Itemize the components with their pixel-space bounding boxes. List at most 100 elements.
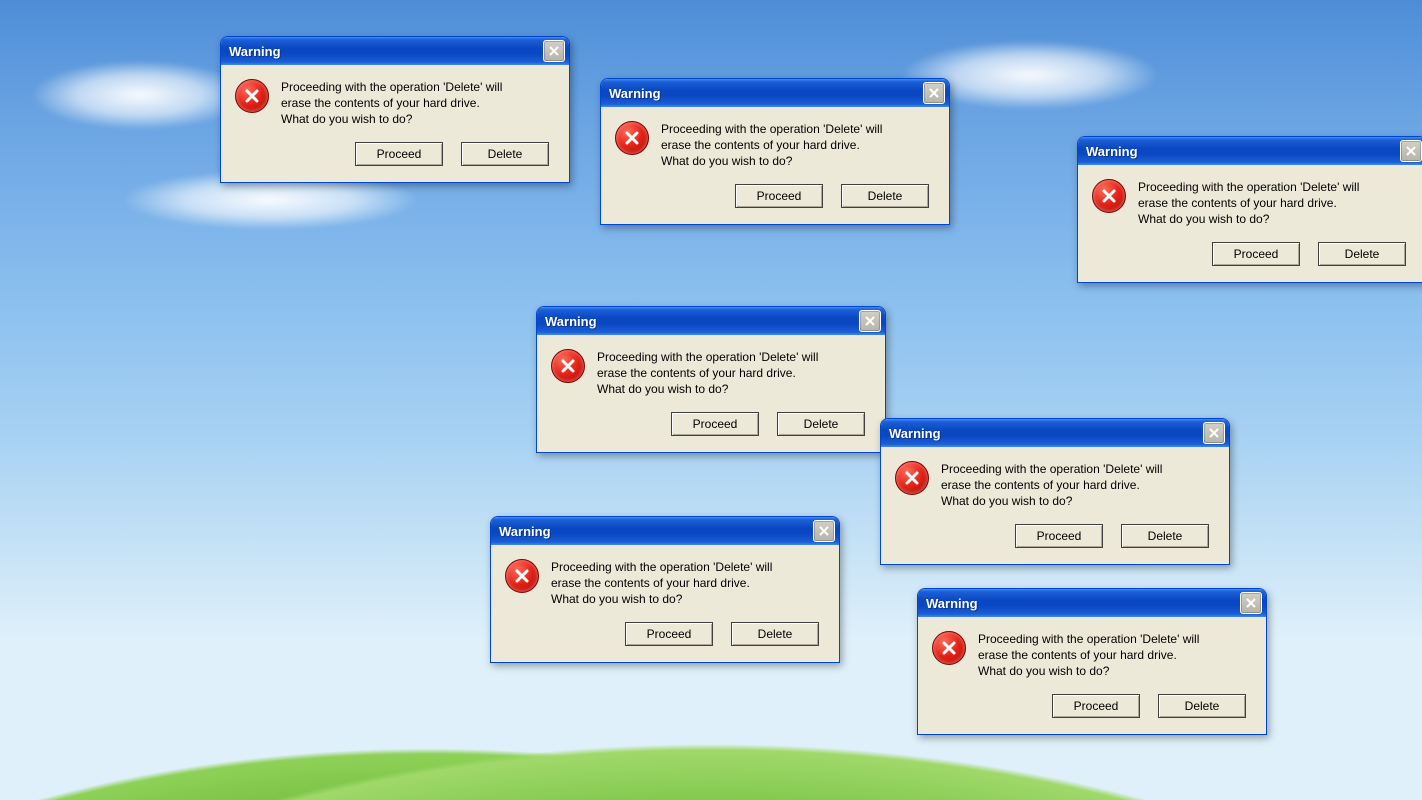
dialog-title: Warning xyxy=(1086,144,1138,159)
close-button[interactable] xyxy=(1203,422,1225,444)
error-icon xyxy=(551,349,585,383)
close-button[interactable] xyxy=(813,520,835,542)
error-icon xyxy=(505,559,539,593)
titlebar[interactable]: Warning xyxy=(1078,137,1422,165)
titlebar[interactable]: Warning xyxy=(918,589,1266,617)
dialog-buttons: Proceed Delete xyxy=(221,136,569,182)
dialog-message: Proceeding with the operation 'Delete' w… xyxy=(978,631,1199,680)
message-line: What do you wish to do? xyxy=(281,111,502,127)
error-icon xyxy=(932,631,966,665)
message-line: erase the contents of your hard drive. xyxy=(281,95,502,111)
close-button[interactable] xyxy=(1400,140,1422,162)
message-line: Proceeding with the operation 'Delete' w… xyxy=(281,79,502,95)
close-button[interactable] xyxy=(543,40,565,62)
dialog-body: Proceeding with the operation 'Delete' w… xyxy=(918,617,1266,688)
dialog-body: Proceeding with the operation 'Delete' w… xyxy=(221,65,569,136)
error-icon xyxy=(615,121,649,155)
close-icon xyxy=(929,86,939,101)
dialog-title: Warning xyxy=(229,44,281,59)
message-line: What do you wish to do? xyxy=(978,663,1199,679)
dialog-message: Proceeding with the operation 'Delete' w… xyxy=(1138,179,1359,228)
message-line: erase the contents of your hard drive. xyxy=(661,137,882,153)
message-line: Proceeding with the operation 'Delete' w… xyxy=(941,461,1162,477)
delete-button[interactable]: Delete xyxy=(1318,242,1406,266)
dialog-message: Proceeding with the operation 'Delete' w… xyxy=(661,121,882,170)
close-icon xyxy=(1406,144,1416,159)
message-line: erase the contents of your hard drive. xyxy=(597,365,818,381)
proceed-button[interactable]: Proceed xyxy=(735,184,823,208)
dialog-body: Proceeding with the operation 'Delete' w… xyxy=(1078,165,1422,236)
dialog-message: Proceeding with the operation 'Delete' w… xyxy=(597,349,818,398)
titlebar[interactable]: Warning xyxy=(881,419,1229,447)
proceed-button[interactable]: Proceed xyxy=(1212,242,1300,266)
delete-button[interactable]: Delete xyxy=(777,412,865,436)
error-icon xyxy=(895,461,929,495)
message-line: Proceeding with the operation 'Delete' w… xyxy=(551,559,772,575)
dialog-body: Proceeding with the operation 'Delete' w… xyxy=(881,447,1229,518)
delete-button[interactable]: Delete xyxy=(841,184,929,208)
delete-button[interactable]: Delete xyxy=(1121,524,1209,548)
dialog-body: Proceeding with the operation 'Delete' w… xyxy=(491,545,839,616)
delete-button[interactable]: Delete xyxy=(1158,694,1246,718)
dialog-title: Warning xyxy=(545,314,597,329)
message-line: erase the contents of your hard drive. xyxy=(551,575,772,591)
desktop-background: Warning Proceeding with the operation 'D… xyxy=(0,0,1422,800)
close-button[interactable] xyxy=(859,310,881,332)
warning-dialog: Warning Proceeding with the operation 'D… xyxy=(220,36,570,183)
warning-dialog: Warning Proceeding with the operation 'D… xyxy=(917,588,1267,735)
dialog-title: Warning xyxy=(609,86,661,101)
message-line: What do you wish to do? xyxy=(551,591,772,607)
close-icon xyxy=(1209,426,1219,441)
dialog-buttons: Proceed Delete xyxy=(881,518,1229,564)
message-line: erase the contents of your hard drive. xyxy=(941,477,1162,493)
close-icon xyxy=(1246,596,1256,611)
cloud-decoration xyxy=(30,60,250,130)
error-icon xyxy=(235,79,269,113)
dialog-title: Warning xyxy=(926,596,978,611)
dialog-buttons: Proceed Delete xyxy=(918,688,1266,734)
dialog-message: Proceeding with the operation 'Delete' w… xyxy=(551,559,772,608)
message-line: What do you wish to do? xyxy=(941,493,1162,509)
dialog-buttons: Proceed Delete xyxy=(601,178,949,224)
warning-dialog: Warning Proceeding with the operation 'D… xyxy=(600,78,950,225)
dialog-title: Warning xyxy=(889,426,941,441)
titlebar[interactable]: Warning xyxy=(537,307,885,335)
message-line: Proceeding with the operation 'Delete' w… xyxy=(597,349,818,365)
delete-button[interactable]: Delete xyxy=(731,622,819,646)
message-line: What do you wish to do? xyxy=(1138,211,1359,227)
dialog-body: Proceeding with the operation 'Delete' w… xyxy=(601,107,949,178)
warning-dialog: Warning Proceeding with the operation 'D… xyxy=(490,516,840,663)
dialog-buttons: Proceed Delete xyxy=(491,616,839,662)
error-icon xyxy=(1092,179,1126,213)
message-line: Proceeding with the operation 'Delete' w… xyxy=(978,631,1199,647)
dialog-body: Proceeding with the operation 'Delete' w… xyxy=(537,335,885,406)
proceed-button[interactable]: Proceed xyxy=(355,142,443,166)
titlebar[interactable]: Warning xyxy=(221,37,569,65)
warning-dialog: Warning Proceeding with the operation 'D… xyxy=(1077,136,1422,283)
proceed-button[interactable]: Proceed xyxy=(671,412,759,436)
proceed-button[interactable]: Proceed xyxy=(625,622,713,646)
close-button[interactable] xyxy=(1240,592,1262,614)
message-line: erase the contents of your hard drive. xyxy=(1138,195,1359,211)
warning-dialog: Warning Proceeding with the operation 'D… xyxy=(880,418,1230,565)
titlebar[interactable]: Warning xyxy=(601,79,949,107)
titlebar[interactable]: Warning xyxy=(491,517,839,545)
close-icon xyxy=(549,44,559,59)
message-line: Proceeding with the operation 'Delete' w… xyxy=(1138,179,1359,195)
close-button[interactable] xyxy=(923,82,945,104)
dialog-buttons: Proceed Delete xyxy=(1078,236,1422,282)
message-line: What do you wish to do? xyxy=(661,153,882,169)
close-icon xyxy=(865,314,875,329)
dialog-message: Proceeding with the operation 'Delete' w… xyxy=(941,461,1162,510)
message-line: What do you wish to do? xyxy=(597,381,818,397)
close-icon xyxy=(819,524,829,539)
dialog-message: Proceeding with the operation 'Delete' w… xyxy=(281,79,502,128)
message-line: Proceeding with the operation 'Delete' w… xyxy=(661,121,882,137)
delete-button[interactable]: Delete xyxy=(461,142,549,166)
proceed-button[interactable]: Proceed xyxy=(1015,524,1103,548)
warning-dialog: Warning Proceeding with the operation 'D… xyxy=(536,306,886,453)
proceed-button[interactable]: Proceed xyxy=(1052,694,1140,718)
dialog-buttons: Proceed Delete xyxy=(537,406,885,452)
message-line: erase the contents of your hard drive. xyxy=(978,647,1199,663)
dialog-title: Warning xyxy=(499,524,551,539)
